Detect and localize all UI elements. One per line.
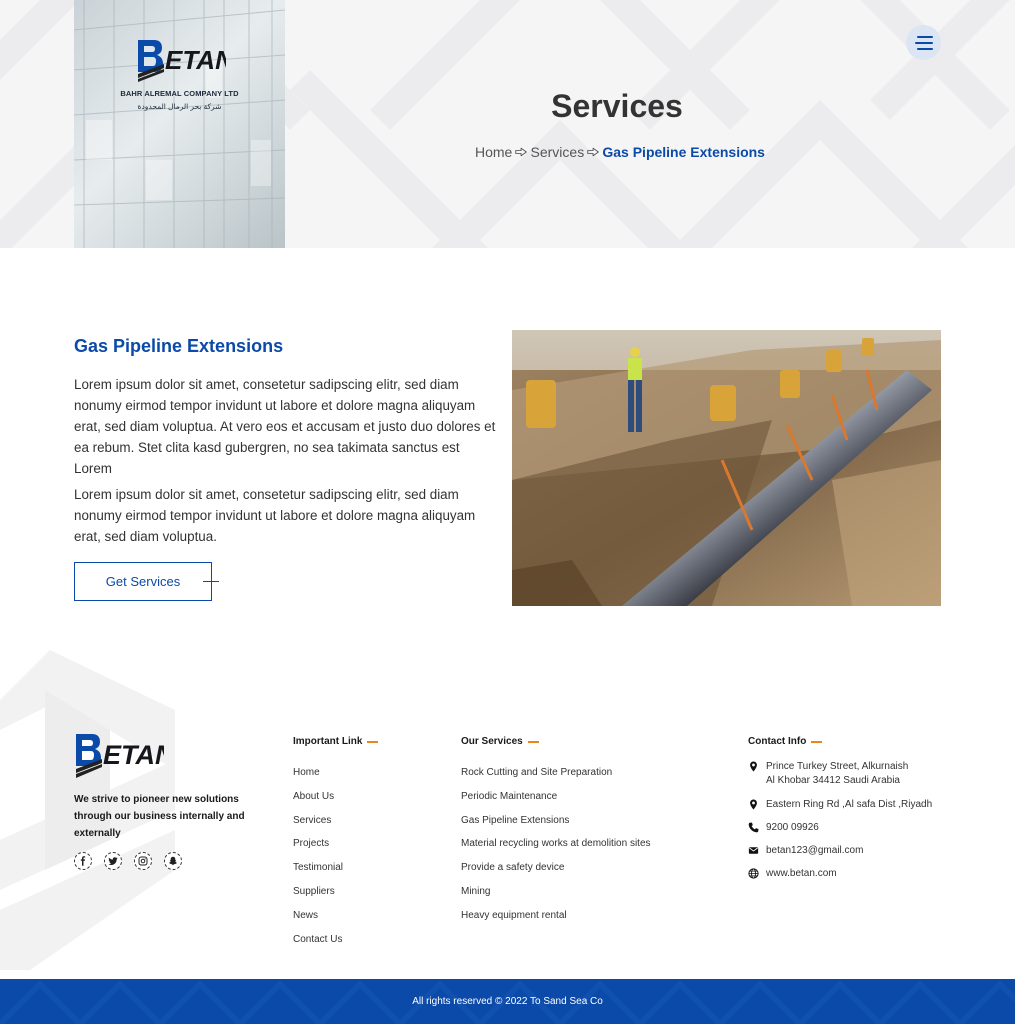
hamburger-icon — [916, 35, 933, 38]
footer-link-home[interactable]: Home — [293, 766, 343, 790]
copyright-bar: All rights reserved © 2022 To Sand Sea C… — [0, 979, 1015, 1024]
footer-link-about-us[interactable]: About Us — [293, 790, 343, 814]
pipeline-photo — [512, 330, 941, 606]
footer-link-news[interactable]: News — [293, 909, 343, 933]
logo-panel[interactable]: ETAN BAHR ALREMAL COMPANY LTD شركة بحر ا… — [74, 0, 285, 248]
footer-service-gas-pipeline[interactable]: Gas Pipeline Extensions — [461, 814, 651, 838]
page-header: ETAN BAHR ALREMAL COMPANY LTD شركة بحر ا… — [0, 0, 1015, 248]
contact-info: Prince Turkey Street, Alkurnaish Al Khob… — [748, 760, 998, 881]
instagram-link[interactable] — [134, 852, 152, 870]
address-1-line-1: Prince Turkey Street, Alkurnaish — [766, 761, 909, 772]
service-description-2: Lorem ipsum dolor sit amet, consetetur s… — [74, 487, 476, 544]
footer-tagline: We strive to pioneer new solutions throu… — [74, 794, 245, 839]
facebook-link[interactable] — [74, 852, 92, 870]
contact-address-1: Prince Turkey Street, Alkurnaish Al Khob… — [748, 760, 998, 788]
snapchat-icon — [168, 856, 178, 865]
footer-service-material-recycling[interactable]: Material recycling works at demolition s… — [461, 837, 651, 861]
page-title: Services — [551, 88, 683, 124]
footer-link-testimonial[interactable]: Testimonial — [293, 861, 343, 885]
footer-service-periodic-maintenance[interactable]: Periodic Maintenance — [461, 790, 651, 814]
facebook-icon — [80, 856, 86, 866]
our-services-list: Rock Cutting and Site Preparation Period… — [461, 766, 651, 933]
important-links-list: Home About Us Services Projects Testimon… — [293, 766, 343, 956]
svg-text:ETAN: ETAN — [103, 740, 164, 770]
footer-link-services[interactable]: Services — [293, 814, 343, 838]
contact-email[interactable]: betan123@gmail.com — [748, 844, 998, 858]
phone-number: 9200 09926 — [766, 822, 819, 833]
footer-service-equipment-rental[interactable]: Heavy equipment rental — [461, 909, 651, 933]
button-decoration-line — [203, 581, 219, 582]
service-description-1: Lorem ipsum dolor sit amet, consetetur s… — [74, 377, 496, 476]
breadcrumb-home[interactable]: Home — [475, 144, 512, 160]
footer-link-suppliers[interactable]: Suppliers — [293, 885, 343, 909]
twitter-icon — [108, 857, 118, 865]
company-name-arabic: شركة بحر الرمال المحدودة — [137, 102, 222, 111]
footer-betan-logo: ETAN — [76, 734, 164, 778]
map-pin-icon — [750, 799, 757, 810]
email-address: betan123@gmail.com — [766, 845, 864, 856]
footer-service-rock-cutting[interactable]: Rock Cutting and Site Preparation — [461, 766, 651, 790]
footer-link-contact-us[interactable]: Contact Us — [293, 933, 343, 957]
company-name: BAHR ALREMAL COMPANY LTD — [120, 89, 239, 98]
breadcrumb: Home Services Gas Pipeline Extensions — [475, 144, 765, 160]
address-1-line-2: Al Khobar 34412 Saudi Arabia — [766, 775, 900, 786]
important-links-title: Important Link — [293, 736, 378, 747]
breadcrumb-current: Gas Pipeline Extensions — [602, 144, 765, 160]
mail-icon — [748, 847, 759, 854]
contact-website[interactable]: www.betan.com — [748, 867, 998, 881]
phone-icon — [748, 822, 759, 833]
our-services-title: Our Services — [461, 736, 539, 747]
menu-toggle-button[interactable] — [906, 25, 941, 60]
footer-service-mining[interactable]: Mining — [461, 885, 651, 909]
arrow-right-icon — [515, 147, 528, 157]
social-links — [74, 852, 182, 870]
website-url: www.betan.com — [766, 868, 837, 879]
svg-text:ETAN: ETAN — [165, 45, 226, 75]
betan-logo: ETAN — [138, 40, 226, 82]
twitter-link[interactable] — [104, 852, 122, 870]
globe-icon — [748, 868, 759, 879]
breadcrumb-services[interactable]: Services — [531, 144, 585, 160]
copyright-text: All rights reserved © 2022 To Sand Sea C… — [412, 996, 603, 1007]
get-services-button[interactable]: Get Services — [74, 562, 212, 601]
arrow-right-icon — [587, 147, 600, 157]
contact-phone[interactable]: 9200 09926 — [748, 821, 998, 835]
footer-service-safety-device[interactable]: Provide a safety device — [461, 861, 651, 885]
map-pin-icon — [750, 761, 757, 772]
address-2: Eastern Ring Rd ,Al safa Dist ,Riyadh — [766, 799, 933, 810]
footer-link-projects[interactable]: Projects — [293, 837, 343, 861]
contact-info-title: Contact Info — [748, 736, 822, 747]
pipeline-image — [512, 330, 941, 606]
contact-address-2: Eastern Ring Rd ,Al safa Dist ,Riyadh — [748, 798, 998, 812]
instagram-icon — [138, 856, 148, 866]
snapchat-link[interactable] — [164, 852, 182, 870]
service-title: Gas Pipeline Extensions — [74, 336, 284, 356]
